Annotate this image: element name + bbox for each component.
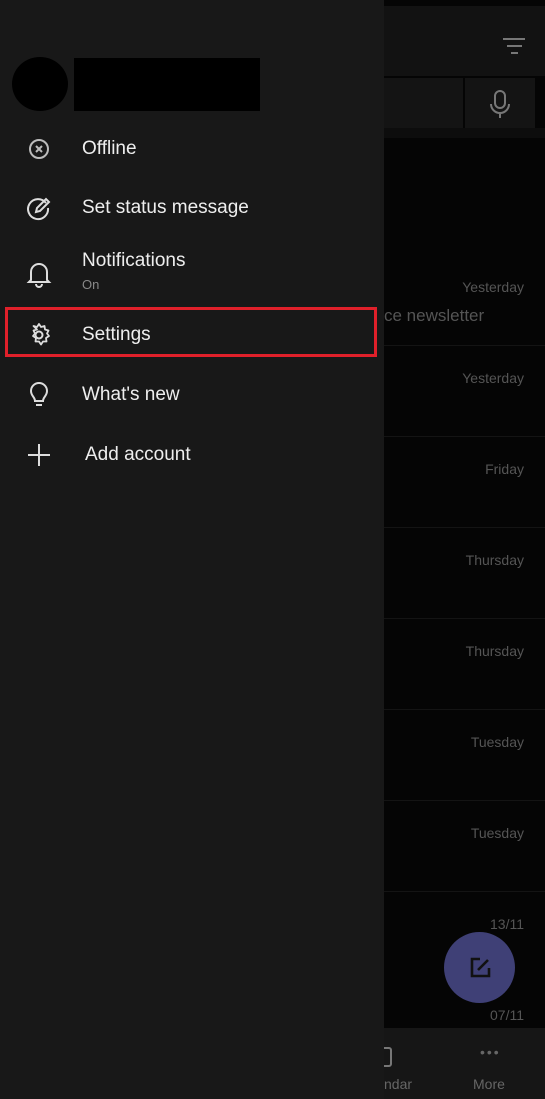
menu-item-whats-new[interactable]: What's new	[0, 370, 384, 420]
chat-timestamp: Tuesday	[470, 734, 524, 750]
row-divider	[384, 618, 545, 619]
chat-timestamp: Tuesday	[470, 825, 524, 841]
row-divider	[384, 345, 545, 346]
chat-timestamp: 13/11	[490, 916, 524, 932]
menu-item-offline[interactable]: Offline	[0, 124, 384, 174]
microphone-icon	[490, 90, 510, 118]
account-drawer: Offline Set status message Notifications…	[0, 0, 384, 1099]
row-divider	[384, 527, 545, 528]
message-snippet: ce newsletter	[384, 306, 485, 325]
offline-x-circle-icon	[29, 139, 49, 159]
compose-icon	[470, 957, 490, 977]
chat-timestamp: Thursday	[465, 552, 524, 568]
nav-calendar-label[interactable]: ndar	[384, 1076, 412, 1092]
row-divider	[384, 800, 545, 801]
highlight-box	[5, 307, 377, 357]
top-bar	[384, 6, 545, 76]
menu-item-set-status[interactable]: Set status message	[0, 183, 384, 233]
row-divider	[384, 709, 545, 710]
account-name-redacted	[74, 58, 260, 111]
search-bar[interactable]	[384, 78, 463, 128]
lightbulb-icon	[29, 382, 49, 406]
notifications-status: On	[82, 277, 100, 292]
row-divider	[384, 436, 545, 437]
chat-timestamp: Thursday	[465, 643, 524, 659]
bottom-nav: ndar ••• More	[384, 1028, 545, 1099]
chat-timestamp: Yesterday	[462, 279, 524, 295]
new-chat-button[interactable]	[444, 932, 515, 1003]
calendar-icon[interactable]	[384, 1046, 394, 1068]
row-divider	[384, 891, 545, 892]
chat-timestamp: 07/11	[490, 1007, 524, 1023]
menu-item-notifications[interactable]: Notifications On	[0, 246, 384, 302]
avatar[interactable]	[12, 57, 68, 111]
plus-icon	[28, 444, 50, 466]
bell-icon	[26, 263, 52, 288]
nav-more-label[interactable]: More	[473, 1076, 505, 1092]
filter-icon[interactable]	[503, 38, 525, 59]
menu-item-add-account[interactable]: Add account	[0, 430, 384, 480]
chat-timestamp: Yesterday	[462, 370, 524, 386]
chat-timestamp: Friday	[485, 461, 524, 477]
more-icon[interactable]: •••	[480, 1044, 501, 1060]
mic-button[interactable]	[465, 78, 535, 128]
edit-status-icon	[27, 197, 51, 221]
